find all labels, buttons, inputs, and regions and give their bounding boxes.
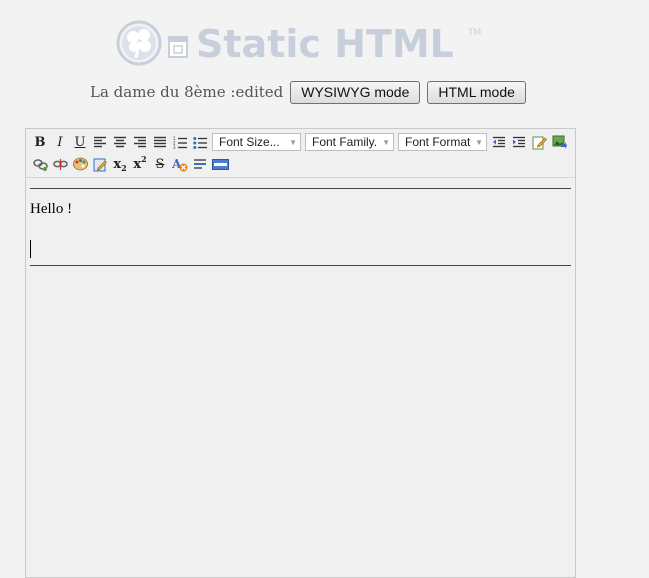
subscript-label: x [113,156,122,172]
underline-button[interactable]: U [70,132,90,152]
font-family-select[interactable]: Font Family. ▼ [305,133,394,151]
outdent-icon [493,136,505,148]
chain-link-icon [32,158,48,171]
html-page-icon [168,36,188,58]
html-badge-icon [211,158,229,170]
align-left-icon [94,136,106,148]
broken-link-icon [52,158,68,170]
remove-format-icon: A [172,157,188,171]
superscript-label: x [133,156,142,172]
palette-icon [72,157,88,171]
justify-button[interactable] [150,132,170,152]
clover-logo-icon [116,20,162,66]
align-center-button[interactable] [110,132,130,152]
align-right-button[interactable] [130,132,150,152]
document-title: La dame du 8ème :edited [90,83,284,101]
ordered-list-icon: 123 [173,136,187,149]
edit-pencil-icon [532,136,547,149]
content-paragraph: Hello ! [30,201,73,217]
remove-format-button[interactable]: A [170,154,190,174]
insert-link-button[interactable] [30,154,50,174]
strikethrough-button[interactable]: S [150,154,170,174]
ordered-list-button[interactable]: 123 [170,132,190,152]
edit-source-button[interactable] [90,154,110,174]
bold-label: B [34,134,46,150]
editor-content-area[interactable]: Hello ! [30,188,571,266]
font-family-value: Font Family. [312,135,378,149]
subscript-button[interactable]: x2 [110,154,130,174]
underline-label: U [74,134,86,150]
italic-button[interactable]: I [50,132,70,152]
strikethrough-label: S [155,156,165,172]
unordered-list-button[interactable] [190,132,210,152]
edit-pencil-button[interactable] [529,132,549,152]
logo-trademark: TM [468,28,482,38]
title-row: La dame du 8ème :edited WYSIWYG mode HTM… [90,80,533,104]
text-caret [30,240,31,258]
html-mode-button[interactable]: HTML mode [427,80,526,104]
font-size-select[interactable]: Font Size... ▼ [212,133,301,151]
superscript-mark: 2 [141,154,147,164]
toolbar-row-2: x2 x2 S A [30,154,230,174]
wysiwyg-mode-button[interactable]: WYSIWYG mode [290,80,421,104]
unlink-button[interactable] [50,154,70,174]
insert-image-button[interactable] [549,132,569,152]
logo-text: Static HTML [196,22,454,66]
static-html-logo: Static HTML TM [116,20,496,68]
font-format-value: Font Format [405,135,471,149]
horizontal-rule-button[interactable] [190,154,210,174]
subscript-mark: 2 [121,163,127,173]
font-size-value: Font Size... [219,135,280,149]
wysiwyg-editor: B I U 123 Font Size... ▼ Font Family. ▼ [25,128,576,578]
horizontal-rule-icon [194,159,206,169]
unordered-list-icon [193,136,207,149]
align-left-button[interactable] [90,132,110,152]
color-palette-button[interactable] [70,154,90,174]
indent-button[interactable] [509,132,529,152]
align-center-icon [114,136,126,148]
superscript-button[interactable]: x2 [130,154,150,174]
chevron-down-icon: ▼ [382,138,390,147]
insert-image-icon [552,135,567,149]
align-right-icon [134,136,146,148]
chevron-down-icon: ▼ [289,138,297,147]
outdent-button[interactable] [489,132,509,152]
chevron-down-icon: ▼ [475,138,483,147]
edit-document-icon [93,158,107,171]
italic-label: I [57,134,63,150]
indent-icon [513,136,525,148]
svg-text:3: 3 [173,145,176,149]
html-view-button[interactable] [210,154,230,174]
font-format-select[interactable]: Font Format ▼ [398,133,487,151]
toolbar-row-1: B I U 123 Font Size... ▼ Font Family. ▼ [30,132,569,152]
justify-icon [154,136,166,148]
toolbar-divider [26,177,575,178]
bold-button[interactable]: B [30,132,50,152]
